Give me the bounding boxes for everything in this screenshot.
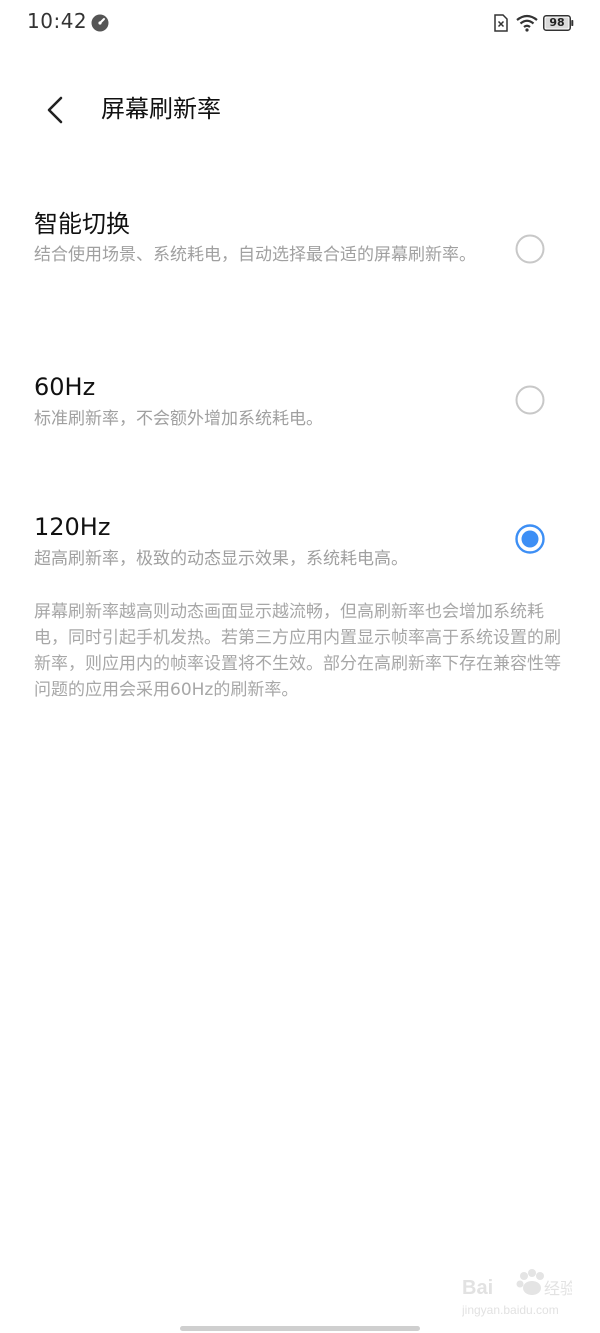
status-bar: 10:42 98 <box>0 0 600 48</box>
radio-unselected-icon[interactable] <box>514 233 546 265</box>
option-title: 智能切换 <box>34 210 130 238</box>
option-title: 120Hz <box>34 513 111 541</box>
baidu-jingyan-watermark-logo: Bai 经验 jingyan.baidu.com <box>462 1269 572 1317</box>
gauge-icon <box>91 14 109 32</box>
option-description: 结合使用场景、系统耗电，自动选择最合适的屏幕刷新率。 <box>34 245 476 265</box>
option-description: 超高刷新率，极致的动态显示效果，系统耗电高。 <box>34 549 408 569</box>
option-smart-switch[interactable]: 智能切换 结合使用场景、系统耗电，自动选择最合适的屏幕刷新率。 <box>0 200 600 310</box>
page-title: 屏幕刷新率 <box>101 95 221 123</box>
option-title: 60Hz <box>34 373 96 401</box>
wifi-icon <box>516 14 538 32</box>
refresh-rate-note: 屏幕刷新率越高则动态画面显示越流畅，但高刷新率也会增加系统耗电，同时引起手机发热… <box>34 602 561 700</box>
svg-text:Bai: Bai <box>462 1277 493 1299</box>
radio-selected-icon[interactable] <box>514 523 546 555</box>
chevron-left-icon <box>47 96 63 124</box>
option-60hz[interactable]: 60Hz 标准刷新率，不会额外增加系统耗电。 <box>0 365 600 445</box>
radio-unselected-icon[interactable] <box>514 384 546 416</box>
status-time: 10:42 <box>27 9 88 33</box>
battery-level: 98 <box>549 16 565 29</box>
option-120hz[interactable]: 120Hz 超高刷新率，极致的动态显示效果，系统耗电高。 <box>0 505 600 585</box>
sim-card-icon <box>494 14 508 32</box>
svg-text:经验: 经验 <box>544 1280 572 1298</box>
home-indicator[interactable] <box>180 1326 420 1331</box>
option-description: 标准刷新率，不会额外增加系统耗电。 <box>34 409 323 429</box>
back-button[interactable] <box>30 86 78 134</box>
svg-text:jingyan.baidu.com: jingyan.baidu.com <box>462 1303 559 1317</box>
